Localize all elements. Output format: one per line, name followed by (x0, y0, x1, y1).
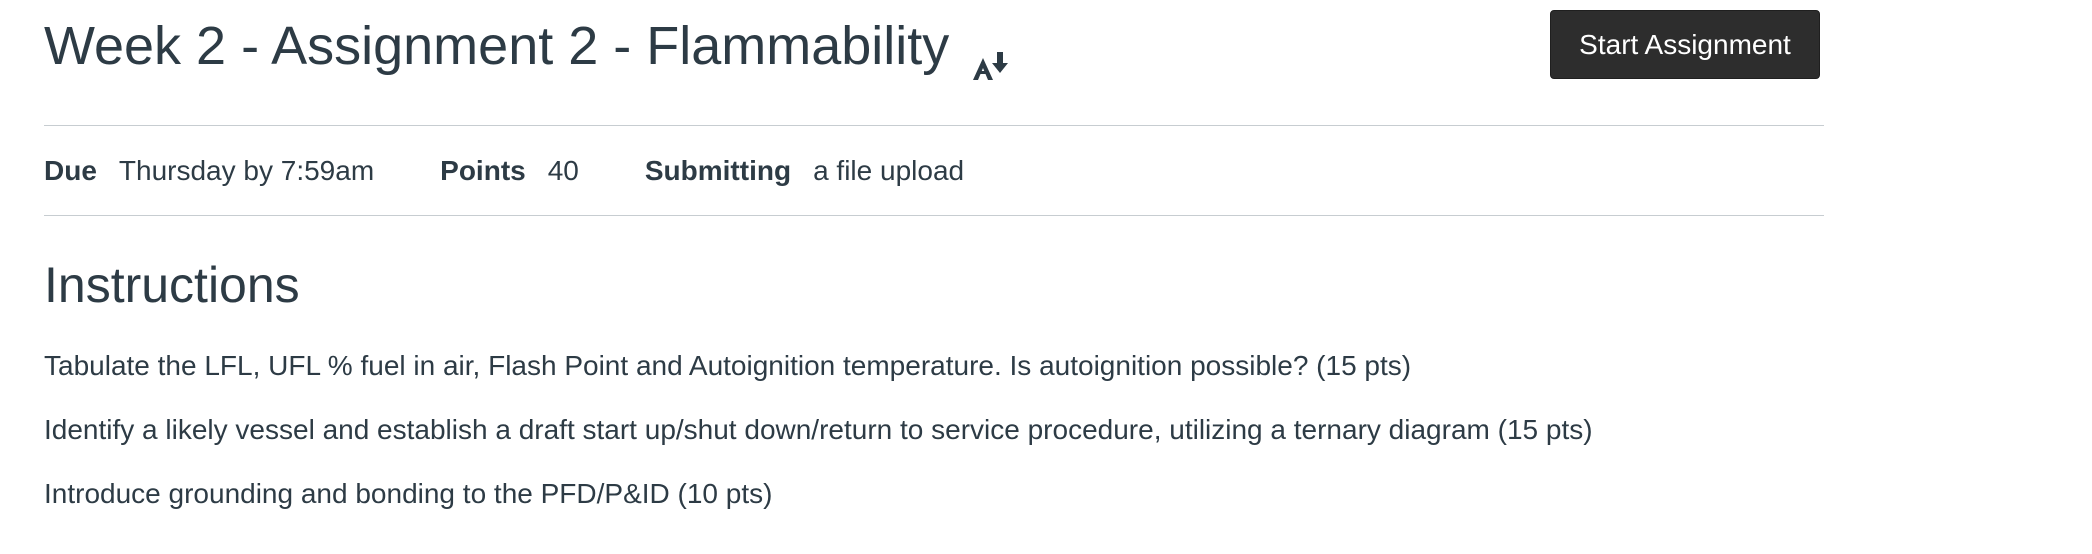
assignment-details: Due Thursday by 7:59am Points 40 Submitt… (44, 146, 1030, 196)
divider (44, 125, 1824, 126)
page-title: Week 2 - Assignment 2 - Flammability (44, 12, 1011, 80)
instructions-heading: Instructions (44, 257, 300, 313)
instruction-item: Introduce grounding and bonding to the P… (44, 478, 773, 509)
submitting-detail: Submitting a file upload (645, 155, 964, 187)
submitting-label: Submitting (644, 155, 792, 186)
due-value: Thursday by 7:59am (118, 155, 375, 186)
due-detail: Due Thursday by 7:59am (44, 155, 374, 187)
start-assignment-button[interactable]: Start Assignment (1550, 10, 1820, 79)
ally-download-icon[interactable] (971, 30, 1011, 80)
submitting-value: a file upload (813, 155, 965, 186)
divider (44, 215, 1824, 216)
instruction-item: Identify a likely vessel and establish a… (44, 414, 1593, 445)
due-label: Due (44, 155, 97, 186)
assignment-page: Week 2 - Assignment 2 - Flammability Sta… (44, 0, 1824, 509)
assignment-header: Week 2 - Assignment 2 - Flammability Sta… (44, 0, 1824, 124)
points-detail: Points 40 (440, 155, 579, 187)
points-value: 40 (547, 155, 579, 186)
instruction-item: Tabulate the LFL, UFL % fuel in air, Fla… (44, 350, 1412, 381)
instructions-list: Tabulate the LFL, UFL % fuel in air, Fla… (44, 346, 1593, 538)
assignment-title: Week 2 - Assignment 2 - Flammability (44, 16, 950, 76)
points-label: Points (440, 155, 526, 186)
